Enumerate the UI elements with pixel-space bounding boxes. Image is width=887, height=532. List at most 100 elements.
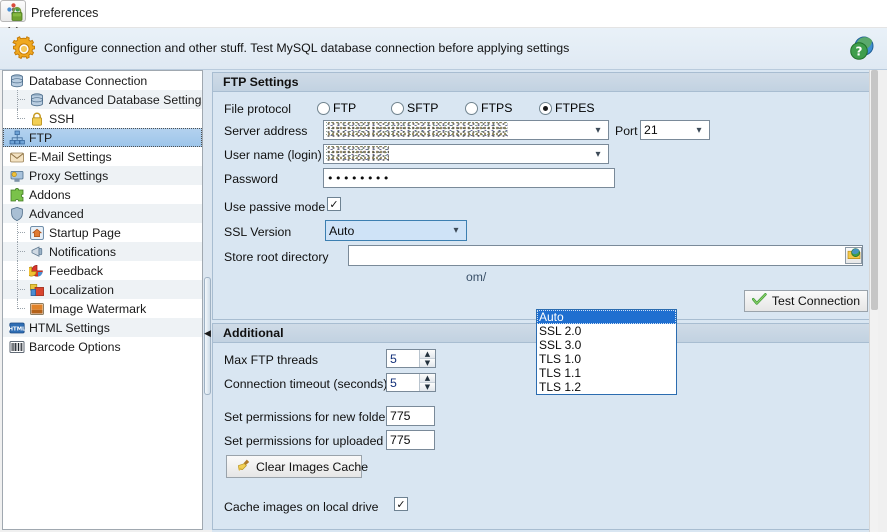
html-icon: HTML — [9, 320, 25, 336]
clear-images-cache-label: Clear Images Cache — [256, 460, 368, 474]
sidebar-item-notifications[interactable]: Notifications — [3, 242, 202, 261]
svg-text:?: ? — [856, 44, 863, 58]
sidebar-item-label: Advanced — [29, 207, 84, 221]
sidebar-item-feedback[interactable]: Feedback — [3, 261, 202, 280]
sidebar-item-database-connection[interactable]: Database Connection — [3, 71, 202, 90]
sidebar-item-label: Localization — [49, 283, 114, 297]
use-passive-mode-checkbox[interactable]: ✓ — [327, 197, 341, 211]
sidebar-item-startup-page[interactable]: Startup Page — [3, 223, 202, 242]
permissions-new-folders-label: Set permissions for new folders — [224, 410, 396, 424]
sidebar-item-html-settings[interactable]: HTML HTML Settings — [3, 318, 202, 337]
ssl-version-value: Auto — [329, 224, 449, 238]
sidebar-item-label: HTML Settings — [29, 321, 110, 335]
proxy-icon — [9, 168, 25, 184]
sidebar-item-label: Startup Page — [49, 226, 121, 240]
chevron-down-icon: ▾ — [591, 149, 605, 160]
stepper-up-icon[interactable]: ▲ — [420, 350, 435, 359]
stepper-down-icon[interactable]: ▼ — [420, 359, 435, 367]
sidebar-item-label: Notifications — [49, 245, 116, 259]
max-ftp-threads-stepper[interactable]: 5 ▲ ▼ — [386, 349, 436, 368]
scrollbar-thumb[interactable] — [871, 70, 878, 310]
sidebar-item-label: E-Mail Settings — [29, 150, 112, 164]
radio-ftps[interactable]: FTPS — [465, 101, 512, 115]
preferences-body: Database Connection Advanced Database Set… — [0, 70, 887, 532]
sidebar-item-ftp[interactable]: FTP — [3, 128, 202, 147]
settings-content: FTP Settings File protocol FTP SFTP FTPS… — [212, 70, 878, 532]
store-root-hint: om/ — [466, 270, 486, 284]
panel-splitter[interactable]: ◀ — [203, 70, 212, 530]
mail-icon — [9, 149, 25, 165]
connection-timeout-stepper[interactable]: 5 ▲ ▼ — [386, 373, 436, 392]
help-globe-icon[interactable]: ? — [847, 34, 877, 64]
use-passive-mode-label: Use passive mode — [224, 200, 325, 214]
user-name-redaction — [326, 146, 389, 161]
sidebar-item-advanced-database-settings[interactable]: Advanced Database Settings — [3, 90, 202, 109]
window-title: Preferences — [31, 6, 98, 20]
permissions-new-folders-input[interactable]: 775 — [386, 406, 435, 426]
connection-timeout-value: 5 — [387, 374, 419, 391]
port-combo[interactable]: 21 ▾ — [640, 120, 710, 140]
radio-sftp[interactable]: SFTP — [391, 101, 438, 115]
sidebar-item-addons[interactable]: Addons — [3, 185, 202, 204]
permissions-uploaded-files-input[interactable]: 775 — [386, 430, 435, 450]
test-connection-button[interactable]: Test Connection — [744, 290, 868, 312]
folder-globe-icon — [847, 247, 861, 264]
radio-ftp[interactable]: FTP — [317, 101, 356, 115]
sidebar-item-label: FTP — [29, 131, 52, 145]
port-label: Port — [615, 124, 638, 138]
stepper-down-icon[interactable]: ▼ — [420, 383, 435, 391]
ssl-option-tls-1-0[interactable]: TLS 1.0 — [537, 352, 676, 366]
chevron-down-icon: ▾ — [591, 125, 605, 136]
broom-icon — [235, 458, 251, 476]
cache-images-local-checkbox[interactable]: ✓ — [394, 497, 408, 511]
ssl-option-ssl-3-0[interactable]: SSL 3.0 — [537, 338, 676, 352]
check-icon — [752, 293, 767, 309]
sidebar-item-label: Feedback — [49, 264, 103, 278]
sidebar-item-label: Advanced Database Settings — [49, 93, 203, 107]
sidebar-item-localization[interactable]: Localization — [3, 280, 202, 299]
header-banner: Configure connection and other stuff. Te… — [0, 28, 887, 70]
permissions-uploaded-files-value: 775 — [390, 433, 411, 447]
store-root-directory-input[interactable] — [348, 245, 863, 266]
stepper-buttons[interactable]: ▲ ▼ — [419, 350, 435, 367]
settings-tree[interactable]: Database Connection Advanced Database Set… — [2, 70, 203, 530]
sidebar-item-label: Image Watermark — [49, 302, 146, 316]
sidebar-item-e-mail-settings[interactable]: E-Mail Settings — [3, 147, 202, 166]
svg-text:HTML: HTML — [9, 326, 25, 332]
ssl-option-tls-1-2[interactable]: TLS 1.2 — [537, 380, 676, 394]
shield-icon — [9, 206, 25, 222]
port-value: 21 — [644, 123, 692, 137]
sidebar-item-ssh[interactable]: SSH — [3, 109, 202, 128]
password-value: •••••••• — [327, 172, 391, 185]
server-address-redaction — [326, 122, 508, 137]
stepper-buttons[interactable]: ▲ ▼ — [419, 374, 435, 391]
ssl-version-combo[interactable]: Auto ▾ — [325, 220, 467, 241]
radio-ftpes[interactable]: FTPES — [539, 101, 595, 115]
chart-icon — [29, 263, 45, 279]
store-root-directory-label: Store root directory — [224, 250, 329, 264]
browse-folder-button[interactable] — [845, 247, 862, 264]
radio-ftpes-label: FTPES — [555, 101, 595, 115]
user-name-label: User name (login) — [224, 148, 322, 162]
stepper-up-icon[interactable]: ▲ — [420, 374, 435, 383]
sidebar-item-advanced[interactable]: Advanced — [3, 204, 202, 223]
ssl-option-ssl-2-0[interactable]: SSL 2.0 — [537, 324, 676, 338]
ftp-settings-title: FTP Settings — [213, 73, 877, 92]
radio-ftps-label: FTPS — [481, 101, 512, 115]
database-icon — [9, 73, 25, 89]
barcode-icon — [9, 339, 25, 355]
radio-sftp-indicator — [391, 102, 404, 115]
password-input[interactable]: •••••••• — [323, 168, 615, 188]
clear-images-cache-button[interactable]: Clear Images Cache — [226, 455, 362, 478]
content-scrollbar[interactable] — [869, 70, 878, 532]
radio-ftpes-indicator — [539, 102, 552, 115]
ssl-option-auto[interactable]: Auto — [537, 310, 676, 324]
connection-timeout-label: Connection timeout (seconds) — [224, 377, 387, 391]
sidebar-item-image-watermark[interactable]: Image Watermark — [3, 299, 202, 318]
sidebar-item-proxy-settings[interactable]: Proxy Settings — [3, 166, 202, 185]
sidebar-item-barcode-options[interactable]: Barcode Options — [3, 337, 202, 356]
collapse-arrow-icon[interactable]: ◀ — [204, 330, 211, 339]
ssl-option-tls-1-1[interactable]: TLS 1.1 — [537, 366, 676, 380]
chevron-down-icon: ▾ — [449, 225, 463, 236]
ssl-version-dropdown-list[interactable]: AutoSSL 2.0SSL 3.0TLS 1.0TLS 1.1TLS 1.2 — [536, 309, 677, 395]
